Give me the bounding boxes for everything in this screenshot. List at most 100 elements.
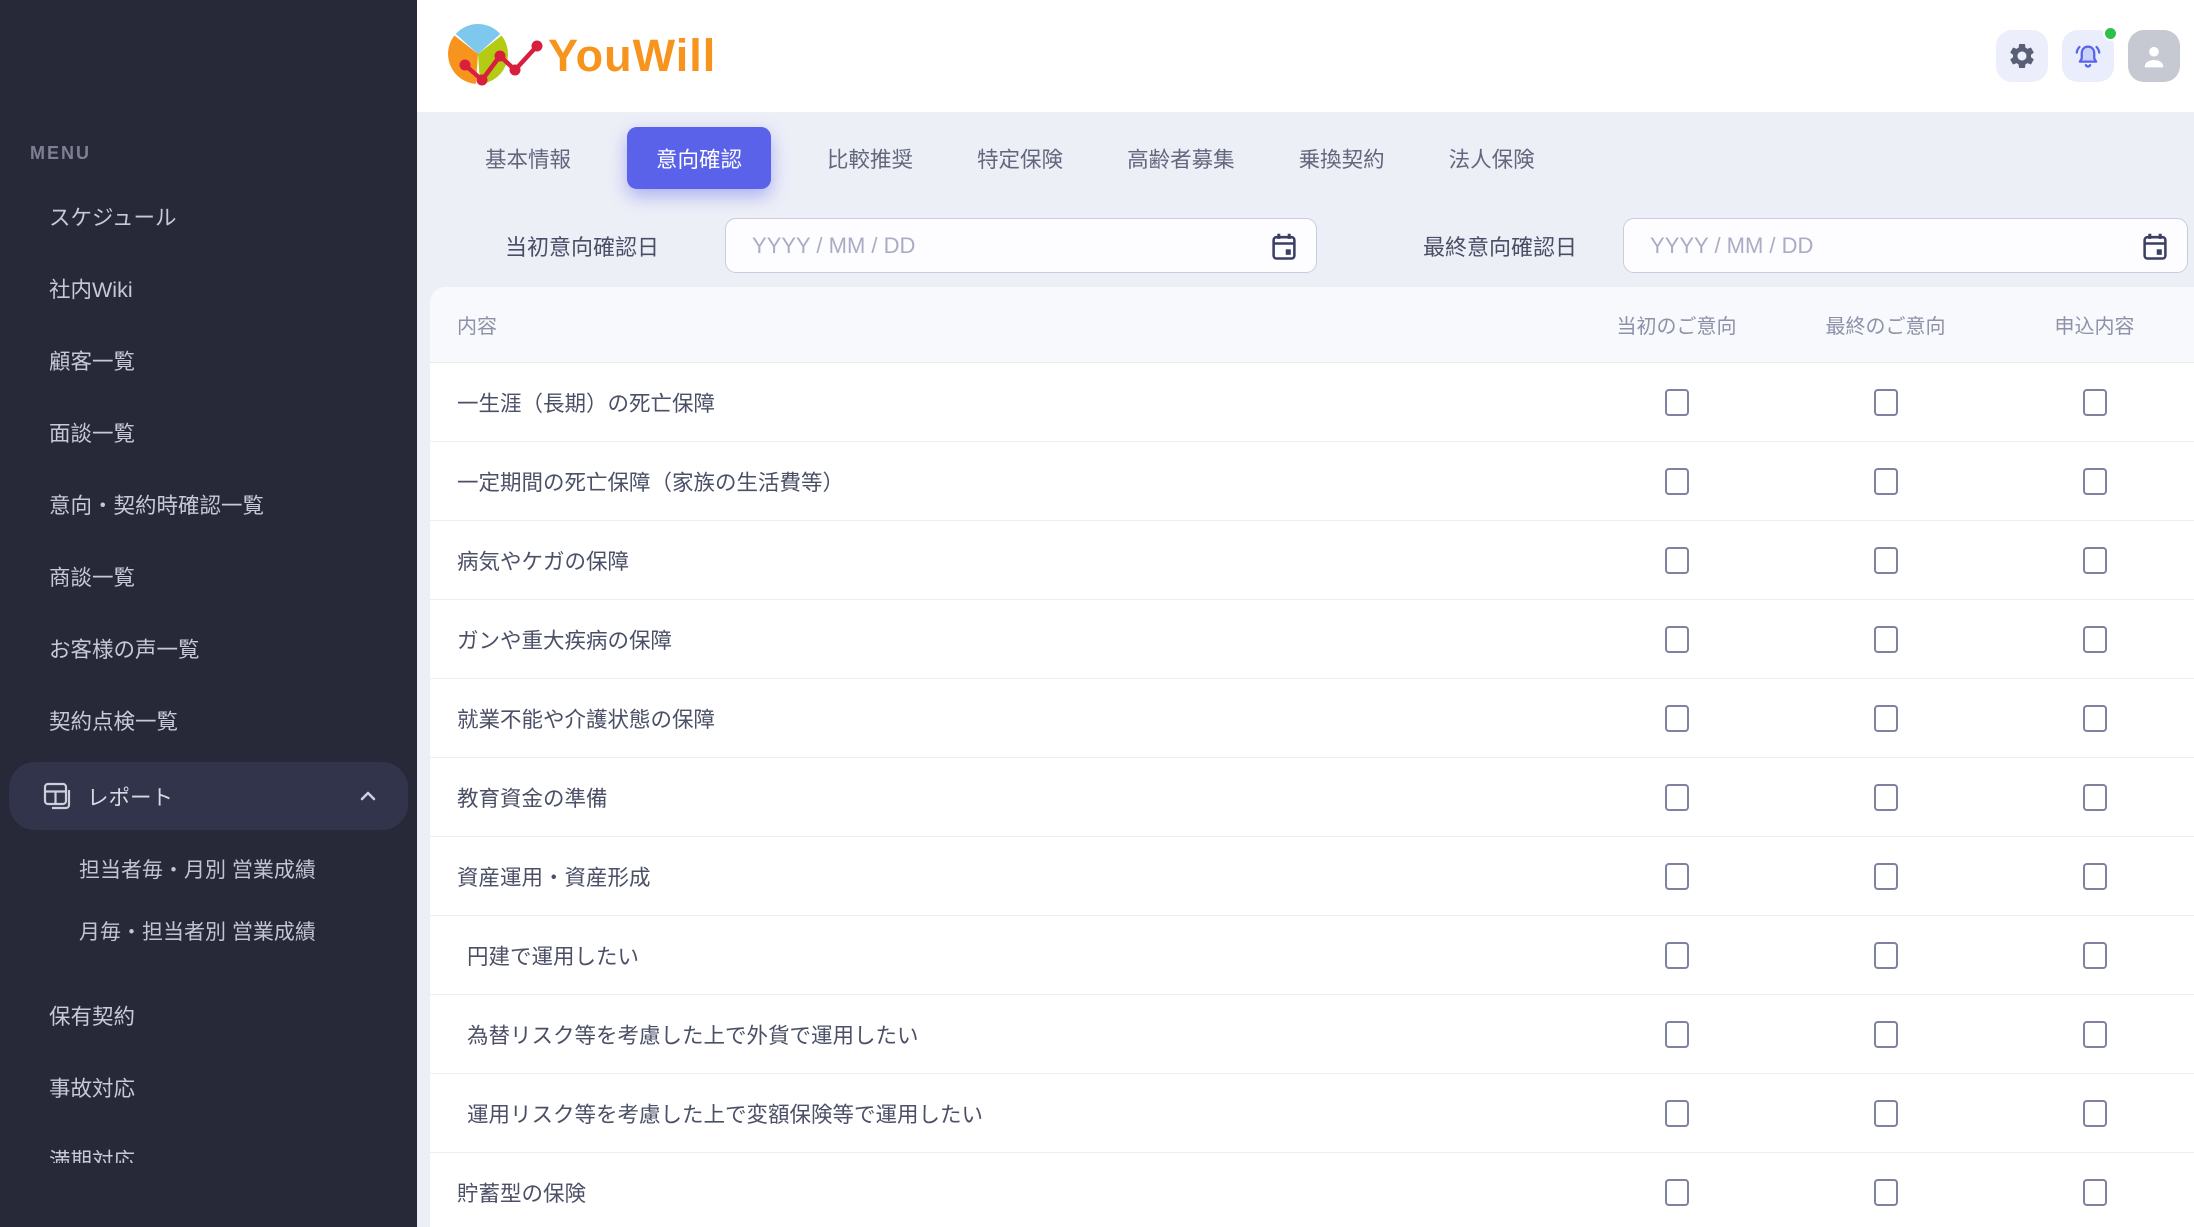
checkbox-initial-intent[interactable] xyxy=(1664,1099,1689,1127)
initial-intent-date-field xyxy=(725,218,1318,273)
checkbox-initial-intent[interactable] xyxy=(1664,704,1689,732)
table-row: 運用リスク等を考慮した上で変額保険等で運用したい xyxy=(430,1074,2194,1153)
checkbox-final-intent[interactable] xyxy=(1873,783,1898,811)
sidebar-item-interviews[interactable]: 面談一覧 xyxy=(0,396,417,468)
checkbox-application[interactable] xyxy=(2082,1178,2107,1206)
initial-intent-date-label: 当初意向確認日 xyxy=(505,234,660,260)
checkbox-application[interactable] xyxy=(2082,704,2107,732)
person-icon xyxy=(2137,39,2171,73)
row-label: 就業不能や介護状態の保障 xyxy=(457,707,716,732)
tab-bar: 基本情報 意向確認 比較推奨 特定保険 高齢者募集 乗換契約 法人保険 xyxy=(485,127,2194,189)
checkbox-initial-intent[interactable] xyxy=(1664,467,1689,495)
sidebar-item-contract-inspection[interactable]: 契約点検一覧 xyxy=(0,684,417,756)
report-icon xyxy=(42,781,72,811)
tab-corporate-insurance[interactable]: 法人保険 xyxy=(1449,143,1535,174)
checkbox-initial-intent[interactable] xyxy=(1664,941,1689,969)
tab-senior-recruitment[interactable]: 高齢者募集 xyxy=(1127,143,1235,174)
checkbox-initial-intent[interactable] xyxy=(1664,546,1689,574)
final-intent-date-input[interactable] xyxy=(1624,232,2187,259)
checkbox-application[interactable] xyxy=(2082,783,2107,811)
row-label: 病気やケガの保障 xyxy=(457,549,630,574)
row-label: ガンや重大疾病の保障 xyxy=(457,628,673,653)
checkbox-final-intent[interactable] xyxy=(1873,1020,1898,1048)
sidebar-item-report-label: レポート xyxy=(87,785,174,810)
sidebar-item-intent-confirmations[interactable]: 意向・契約時確認一覧 xyxy=(0,468,417,540)
checkbox-initial-intent[interactable] xyxy=(1664,388,1689,416)
gear-icon xyxy=(2007,41,2037,71)
table-row: ガンや重大疾病の保障 xyxy=(430,600,2194,679)
checkbox-final-intent[interactable] xyxy=(1873,467,1898,495)
topbar-actions xyxy=(1996,26,2180,82)
menu-section-label: MENU xyxy=(30,143,91,163)
row-label: 一定期間の死亡保障（家族の生活費等） xyxy=(457,470,845,495)
initial-intent-date-input[interactable] xyxy=(726,232,1317,259)
main-content: 基本情報 意向確認 比較推奨 特定保険 高齢者募集 乗換契約 法人保険 当初意向… xyxy=(417,112,2194,1227)
sidebar-item-accident-response[interactable]: 事故対応 xyxy=(0,1051,417,1123)
checkbox-final-intent[interactable] xyxy=(1873,388,1898,416)
checkbox-initial-intent[interactable] xyxy=(1664,625,1689,653)
checkbox-application[interactable] xyxy=(2082,1099,2107,1127)
tab-comparison-recommendation[interactable]: 比較推奨 xyxy=(827,143,913,174)
sidebar-item-customers[interactable]: 顧客一覧 xyxy=(0,324,417,396)
sidebar-item-held-contracts[interactable]: 保有契約 xyxy=(0,979,417,1051)
checkbox-application[interactable] xyxy=(2082,941,2107,969)
table-row: 病気やケガの保障 xyxy=(430,521,2194,600)
sidebar-item-negotiations[interactable]: 商談一覧 xyxy=(0,540,417,612)
tab-switch-contract[interactable]: 乗換契約 xyxy=(1299,143,1385,174)
checkbox-application[interactable] xyxy=(2082,546,2107,574)
checkbox-final-intent[interactable] xyxy=(1873,704,1898,732)
intent-table-card: 内容 当初のご意向 最終のご意向 申込内容 一生涯（長期）の死亡保障 一定期間の… xyxy=(430,287,2194,1227)
checkbox-application[interactable] xyxy=(2082,862,2107,890)
sidebar-item-report[interactable]: レポート xyxy=(9,762,408,830)
checkbox-application[interactable] xyxy=(2082,388,2107,416)
checkbox-final-intent[interactable] xyxy=(1873,625,1898,653)
row-label: 一生涯（長期）の死亡保障 xyxy=(457,391,716,416)
checkbox-final-intent[interactable] xyxy=(1873,1178,1898,1206)
row-label: 円建で運用したい xyxy=(467,944,640,969)
sidebar-subitem-sales-by-month-rep[interactable]: 月毎・担当者別 営業成績 xyxy=(0,900,417,962)
sidebar-nav: スケジュール 社内Wiki 顧客一覧 面談一覧 意向・契約時確認一覧 商談一覧 … xyxy=(0,180,417,756)
final-intent-date-field xyxy=(1623,218,2188,273)
checkbox-application[interactable] xyxy=(2082,1020,2107,1048)
checkbox-final-intent[interactable] xyxy=(1873,546,1898,574)
tab-intent-confirmation[interactable]: 意向確認 xyxy=(627,127,772,189)
settings-button[interactable] xyxy=(1996,30,2048,82)
user-avatar-button[interactable] xyxy=(2128,30,2180,82)
sidebar-item-customer-voice[interactable]: お客様の声一覧 xyxy=(0,612,417,684)
checkbox-application[interactable] xyxy=(2082,625,2107,653)
sidebar-subitem-sales-by-rep-month[interactable]: 担当者毎・月別 営業成績 xyxy=(0,838,417,900)
checkbox-initial-intent[interactable] xyxy=(1664,1020,1689,1048)
column-header-content: 内容 xyxy=(457,316,497,338)
sidebar-item-schedule[interactable]: スケジュール xyxy=(0,180,417,252)
checkbox-final-intent[interactable] xyxy=(1873,941,1898,969)
checkbox-initial-intent[interactable] xyxy=(1664,1178,1689,1206)
checkbox-application[interactable] xyxy=(2082,467,2107,495)
checkbox-initial-intent[interactable] xyxy=(1664,783,1689,811)
notifications-button[interactable] xyxy=(2062,26,2118,82)
row-label: 資産運用・資産形成 xyxy=(457,865,651,890)
row-label: 貯蓄型の保険 xyxy=(457,1181,587,1206)
table-row: 就業不能や介護状態の保障 xyxy=(430,679,2194,758)
checkbox-final-intent[interactable] xyxy=(1873,1099,1898,1127)
table-header-row: 内容 当初のご意向 最終のご意向 申込内容 xyxy=(430,287,2194,363)
sidebar-scroll-area[interactable]: MENU スケジュール 社内Wiki 顧客一覧 面談一覧 意向・契約時確認一覧 … xyxy=(0,0,417,1163)
logo-pie-chart-icon xyxy=(440,16,546,96)
row-label: 教育資金の準備 xyxy=(457,786,608,811)
calendar-icon[interactable] xyxy=(2141,232,2169,262)
row-label: 為替リスク等を考慮した上で外貨で運用したい xyxy=(467,1023,919,1048)
column-header-initial-intent: 当初のご意向 xyxy=(1616,316,1737,338)
checkbox-final-intent[interactable] xyxy=(1873,862,1898,890)
table-row: 教育資金の準備 xyxy=(430,758,2194,837)
sidebar-item-maturity-response[interactable]: 満期対応 xyxy=(0,1123,417,1164)
tab-basic-info[interactable]: 基本情報 xyxy=(485,143,571,174)
table-row: 一定期間の死亡保障（家族の生活費等） xyxy=(430,442,2194,521)
tab-specific-insurance[interactable]: 特定保険 xyxy=(977,143,1063,174)
checkbox-initial-intent[interactable] xyxy=(1664,862,1689,890)
table-row: 資産運用・資産形成 xyxy=(430,837,2194,916)
table-row: 貯蓄型の保険 xyxy=(430,1153,2194,1227)
app-logo[interactable]: YouWill xyxy=(440,16,716,96)
calendar-icon[interactable] xyxy=(1270,232,1298,262)
table-row: 円建で運用したい xyxy=(430,916,2194,995)
app-name: YouWill xyxy=(548,30,717,81)
sidebar-item-wiki[interactable]: 社内Wiki xyxy=(0,252,417,324)
